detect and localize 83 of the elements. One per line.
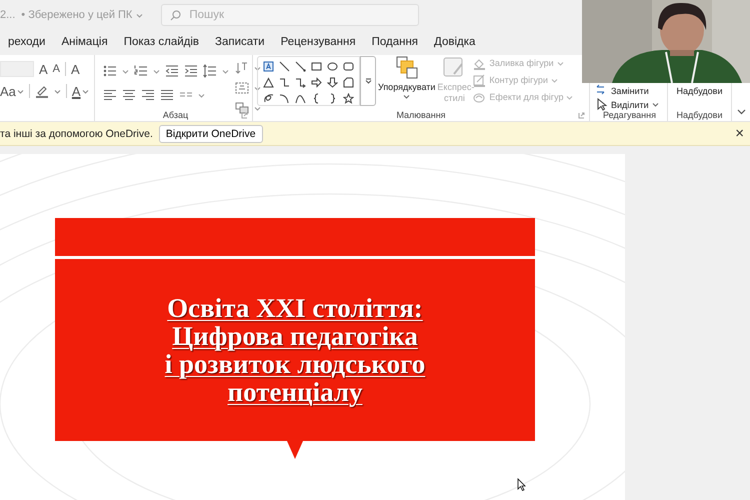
caret-icon: [566, 94, 574, 100]
caret-icon: [54, 88, 61, 94]
search-bar[interactable]: Пошук: [161, 4, 420, 26]
group-label: Редагування: [603, 110, 656, 120]
flowchart-shape-icon[interactable]: [343, 77, 354, 88]
text-direction-icon[interactable]: [235, 61, 249, 75]
close-button[interactable]: ×: [735, 125, 744, 142]
caret-icon: [153, 68, 160, 74]
justify-icon[interactable]: [160, 88, 174, 102]
arrow-line-icon[interactable]: [295, 61, 306, 72]
caret-icon: [16, 88, 24, 94]
clear-formatting-button[interactable]: A: [71, 62, 80, 76]
caret-icon: [82, 88, 89, 94]
numbered-list-icon[interactable]: [134, 64, 148, 78]
right-arrow-icon[interactable]: [311, 77, 322, 88]
replace-button[interactable]: Замінити: [596, 84, 663, 97]
change-case-button[interactable]: Aa: [0, 84, 24, 98]
ribbon-tab[interactable]: Рецензування: [272, 30, 364, 55]
pointer-icon: [596, 98, 608, 111]
caret-icon: [556, 60, 564, 66]
caret-icon: [136, 12, 144, 18]
group-label: Малювання: [396, 110, 446, 120]
text-box-icon[interactable]: [263, 61, 274, 72]
star-icon[interactable]: [343, 93, 354, 104]
arrange-button[interactable]: Упорядкувати: [378, 56, 436, 109]
search-input[interactable]: Пошук: [189, 5, 410, 25]
collapse-ribbon-icon[interactable]: [736, 109, 746, 115]
ribbon-tab[interactable]: Записати: [207, 30, 273, 55]
ribbon-tab[interactable]: Подання: [364, 30, 426, 55]
save-status: • Збережено у цей ПК: [21, 9, 132, 21]
align-center-icon[interactable]: [122, 88, 136, 102]
group-label: Абзац: [162, 110, 188, 120]
caret-icon: [222, 68, 229, 74]
increase-indent-icon[interactable]: [184, 64, 198, 78]
ribbon-tab[interactable]: Довідка: [426, 30, 484, 55]
caret-icon: [254, 86, 261, 90]
paint-bucket-icon: [473, 56, 486, 70]
align-right-icon[interactable]: [141, 88, 155, 102]
add-ins-button[interactable]: Надбудови: [676, 86, 722, 100]
arc-icon[interactable]: [279, 93, 290, 104]
bullet-list-icon[interactable]: [103, 64, 117, 78]
caret-icon: [652, 102, 659, 107]
highlighter-icon[interactable]: [34, 84, 49, 98]
ribbon-tab[interactable]: Анімація: [53, 30, 116, 55]
line-spacing-icon[interactable]: [203, 64, 217, 78]
decrease-indent-icon[interactable]: [165, 64, 179, 78]
font-color-button[interactable]: A: [72, 84, 89, 98]
effects-icon: [473, 90, 486, 104]
caret-icon: [254, 66, 261, 70]
freeform-icon[interactable]: [263, 93, 274, 104]
dialog-launcher-icon[interactable]: [241, 112, 248, 119]
select-button[interactable]: Виділити: [596, 98, 663, 111]
slide-title: Освіта XXI століття: Цифрова педагогіка і розвиток людського потенціалу: [164, 294, 426, 406]
smartart-icon[interactable]: [235, 101, 249, 115]
line-icon[interactable]: [279, 61, 290, 72]
file-name: 2...: [0, 9, 16, 21]
caret-icon: [122, 68, 129, 74]
elbow-connector-icon[interactable]: [279, 77, 290, 88]
group-label: Надбудови: [676, 110, 722, 120]
elbow-arrow-icon[interactable]: [295, 77, 306, 88]
font-size-field[interactable]: [0, 61, 34, 77]
rectangle-icon[interactable]: [311, 61, 322, 72]
triangle-icon[interactable]: [263, 77, 274, 88]
curve-icon[interactable]: [295, 93, 306, 104]
notice-message: та інші за допомогою OneDrive.: [0, 128, 153, 140]
rounded-rectangle-icon[interactable]: [343, 61, 354, 72]
ribbon-tab[interactable]: реходи: [0, 30, 54, 55]
caret-icon: [550, 78, 558, 82]
grow-font-button[interactable]: A: [39, 62, 48, 76]
shrink-font-button[interactable]: A: [52, 63, 60, 75]
caret-icon: [254, 106, 261, 110]
down-arrow-icon[interactable]: [327, 77, 338, 88]
open-onedrive-button[interactable]: Відкрити OneDrive: [158, 124, 263, 142]
caret-icon: [198, 92, 205, 98]
oval-icon[interactable]: [327, 61, 338, 72]
mouse-pointer-icon: [517, 478, 526, 491]
search-icon: [170, 10, 182, 20]
pen-square-icon: [473, 74, 486, 86]
more-icon: [364, 78, 372, 84]
caret-icon: [403, 94, 410, 99]
ribbon-tab[interactable]: Показ слайдів: [116, 30, 208, 55]
align-left-icon[interactable]: [103, 88, 117, 102]
align-text-icon[interactable]: [235, 81, 249, 95]
